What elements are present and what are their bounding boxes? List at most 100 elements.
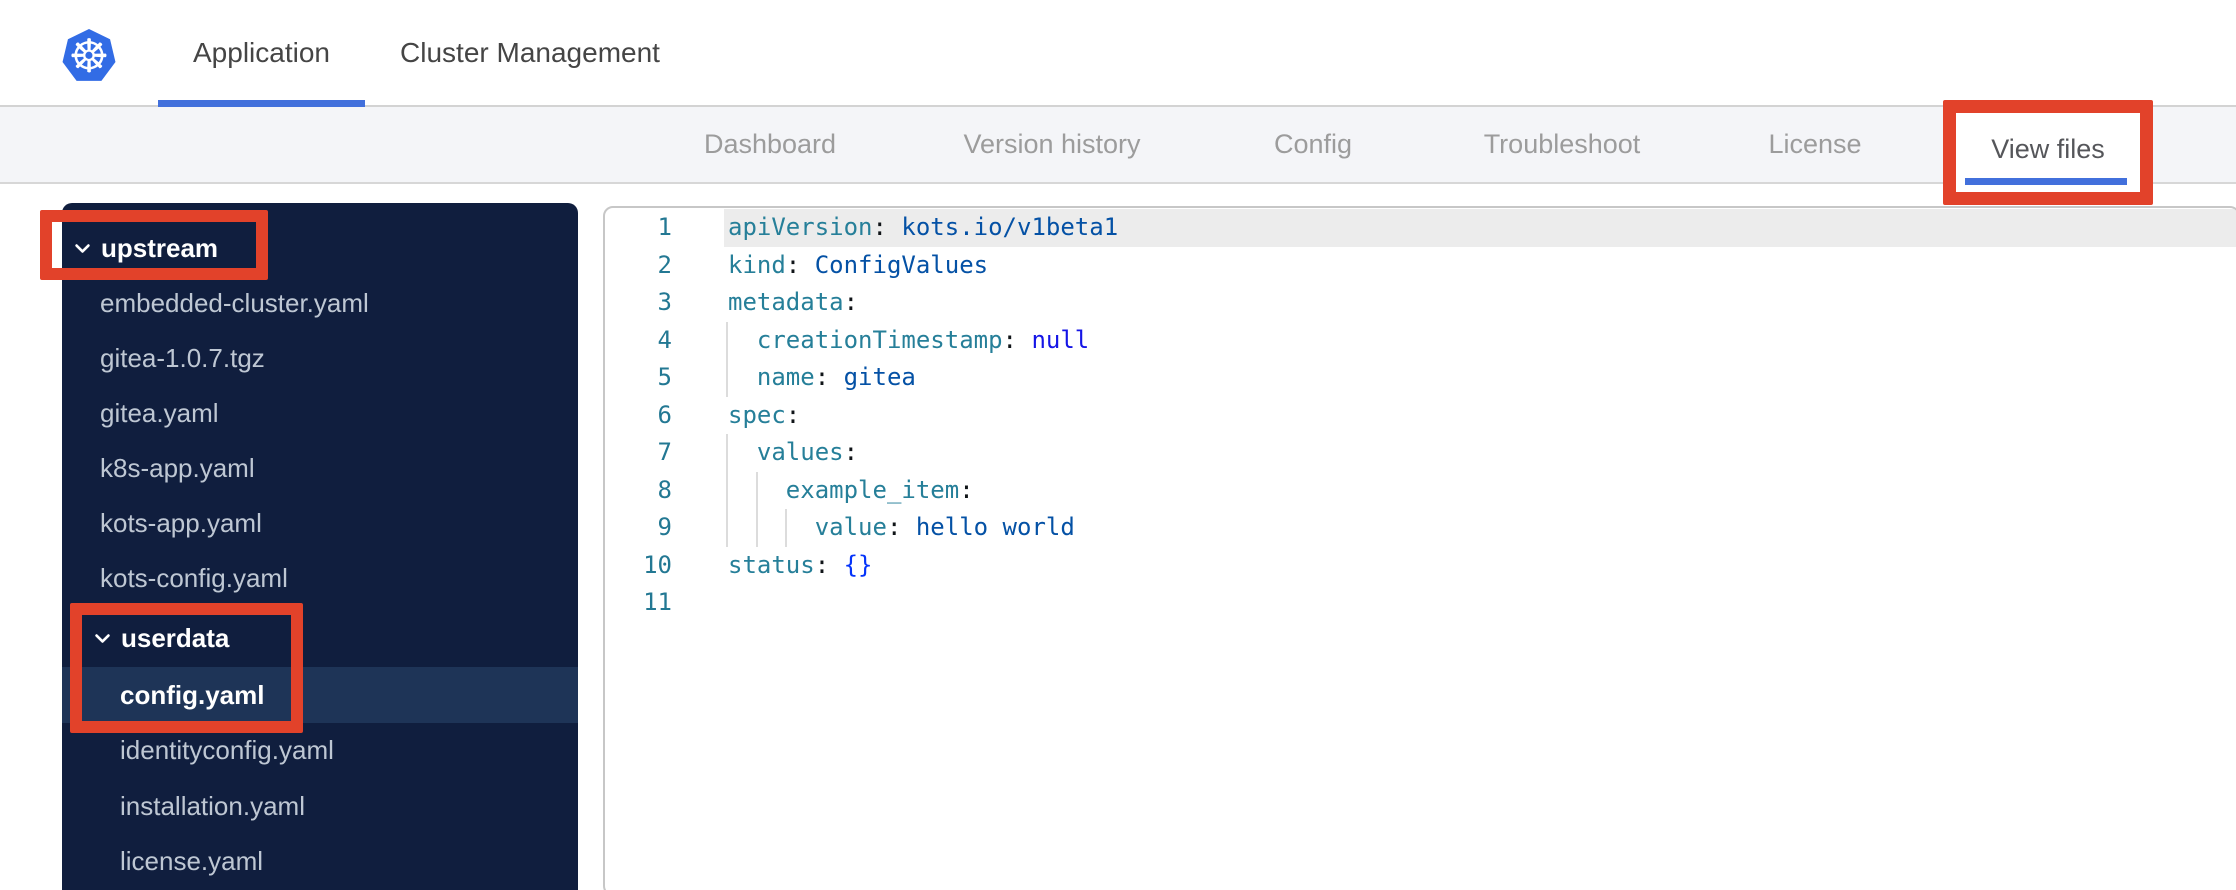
code-token: hello world [901, 513, 1075, 541]
tab-label: View files [1991, 134, 2105, 164]
tree-file-config-yaml[interactable]: config.yaml [62, 667, 578, 723]
tab-version-history[interactable]: Version history [963, 107, 1140, 182]
tree-file-gitea-1-0-7-tgz[interactable]: gitea-1.0.7.tgz [62, 331, 578, 386]
tab-view-files[interactable]: View files [1955, 107, 2141, 192]
tab-dashboard[interactable]: Dashboard [704, 107, 836, 182]
tab-troubleshoot[interactable]: Troubleshoot [1484, 107, 1641, 182]
tree-file-license-yaml[interactable]: license.yaml [62, 834, 578, 889]
code-token: : [785, 400, 801, 429]
code-token: : [959, 475, 974, 504]
tab-label: Troubleshoot [1483, 129, 1641, 159]
header-tab-label: Application [193, 36, 330, 68]
code-token: null [1017, 325, 1090, 354]
tree-item-label: config.yaml [120, 679, 265, 710]
line-number: 9 [657, 513, 672, 541]
chevron-down-icon[interactable] [73, 239, 92, 258]
app-subnav: Dashboard Version history Config Troublesho… [0, 107, 2236, 192]
code-token: metadata [728, 288, 844, 316]
code-line: 2 kind: ConfigValues [605, 247, 2236, 285]
code-line: 1 apiVersion: kots.io/v1beta1 [605, 209, 2236, 247]
code-text: values: [724, 438, 858, 466]
code-line: 7 values: [605, 434, 2236, 472]
code-token: {} [829, 550, 873, 579]
code-token: apiVersion [728, 213, 873, 241]
code-token: : [814, 363, 830, 391]
code-token: : [886, 513, 902, 541]
tree-file-kots-config-yaml[interactable]: kots-config.yaml [62, 551, 578, 606]
line-number: 10 [643, 550, 672, 579]
tree-file-identityconfig-yaml[interactable]: identityconfig.yaml [62, 723, 578, 778]
tree-file-kots-app-yaml[interactable]: kots-app.yaml [62, 496, 578, 551]
wheel-glyph: ☸ [68, 29, 110, 83]
code-line-content: values: [724, 434, 2236, 472]
code-line-content: status: {} [724, 547, 2236, 585]
code-line: 8 example_item: [605, 471, 2236, 509]
tree-item-label: userdata [121, 623, 230, 653]
tab-label: Version history [963, 129, 1141, 159]
tab-config[interactable]: Config [1274, 107, 1352, 182]
code-text: apiVersion: kots.io/v1beta1 [724, 213, 1118, 241]
active-tab-underline [1965, 178, 2127, 185]
tab-label: License [1768, 129, 1862, 159]
code-text: creationTimestamp: null [724, 326, 1089, 354]
tree-file-k8s-app-yaml[interactable]: k8s-app.yaml [62, 441, 578, 496]
header-tab-cluster-management[interactable]: Cluster Management [380, 0, 680, 105]
kots-admin-console: ☸ Application Cluster Management Dashboar… [0, 0, 2236, 890]
tree-item-label: gitea-1.0.7.tgz [100, 343, 265, 373]
code-token: : [843, 288, 859, 316]
tree-item-label: kots-config.yaml [100, 563, 288, 593]
code-text: example_item: [724, 476, 974, 504]
kubernetes-logo-icon: ☸ [62, 29, 116, 83]
code-line: 4 creationTimestamp: null [605, 321, 2236, 359]
header-tab-application[interactable]: Application [158, 0, 365, 107]
code-token: kind [728, 250, 786, 279]
code-line-content [724, 584, 2236, 622]
tree-item-label: installation.yaml [120, 791, 305, 821]
code-token: status [728, 550, 815, 579]
code-text: value: hello world [724, 513, 1075, 541]
tree-file-gitea-yaml[interactable]: gitea.yaml [62, 386, 578, 441]
code-line: 5 name: gitea [605, 359, 2236, 397]
line-number: 7 [657, 438, 672, 466]
code-line-content: value: hello world [724, 509, 2236, 547]
code-token: : [843, 438, 859, 466]
tree-item-label: license.yaml [120, 846, 264, 876]
code-token: : [785, 250, 801, 279]
tab-license[interactable]: License [1768, 107, 1861, 182]
code-token: example_item [728, 475, 960, 504]
code-token: value [728, 513, 887, 541]
code-token: : [1002, 325, 1017, 354]
code-text: kind: ConfigValues [724, 251, 988, 279]
file-editor-panel[interactable]: 1 apiVersion: kots.io/v1beta1 2 kind: Confi… [603, 206, 2236, 890]
tree-item-label: gitea.yaml [100, 398, 219, 428]
code-token: ConfigValues [800, 250, 989, 279]
tree-item-label: k8s-app.yaml [100, 453, 255, 483]
tree-item-label: upstream [101, 233, 219, 263]
tree-folder-upstream[interactable]: upstream [62, 221, 578, 276]
tree-folder-userdata[interactable]: userdata [62, 611, 578, 666]
code-line-content: spec: [724, 397, 2236, 435]
tree-item-label: identityconfig.yaml [120, 735, 334, 765]
line-number: 2 [657, 250, 672, 279]
code-text: metadata: [724, 288, 858, 316]
tree-item-label: embedded-cluster.yaml [100, 288, 369, 318]
file-tree-sidebar: upstream embedded-cluster.yaml gitea-1.0.7… [62, 203, 578, 890]
code-text: status: {} [724, 551, 873, 579]
tab-label: Dashboard [703, 129, 837, 159]
active-tab-underline [158, 100, 365, 107]
chevron-down-icon[interactable] [93, 629, 112, 648]
code-token: name [728, 363, 815, 391]
code-line: 6 spec: [605, 397, 2236, 435]
line-number: 1 [657, 213, 672, 241]
code-token: spec [728, 400, 786, 429]
tree-item-label: kots-app.yaml [100, 508, 262, 538]
tree-file-installation-yaml[interactable]: installation.yaml [62, 779, 578, 834]
tab-label: Config [1273, 129, 1353, 159]
code-line-content: name: gitea [724, 359, 2236, 397]
line-number: 4 [657, 325, 672, 354]
code-token: values [728, 438, 844, 466]
code-text: spec: [724, 401, 800, 429]
line-number: 3 [657, 288, 672, 316]
tree-file-embedded-cluster-yaml[interactable]: embedded-cluster.yaml [62, 276, 578, 331]
